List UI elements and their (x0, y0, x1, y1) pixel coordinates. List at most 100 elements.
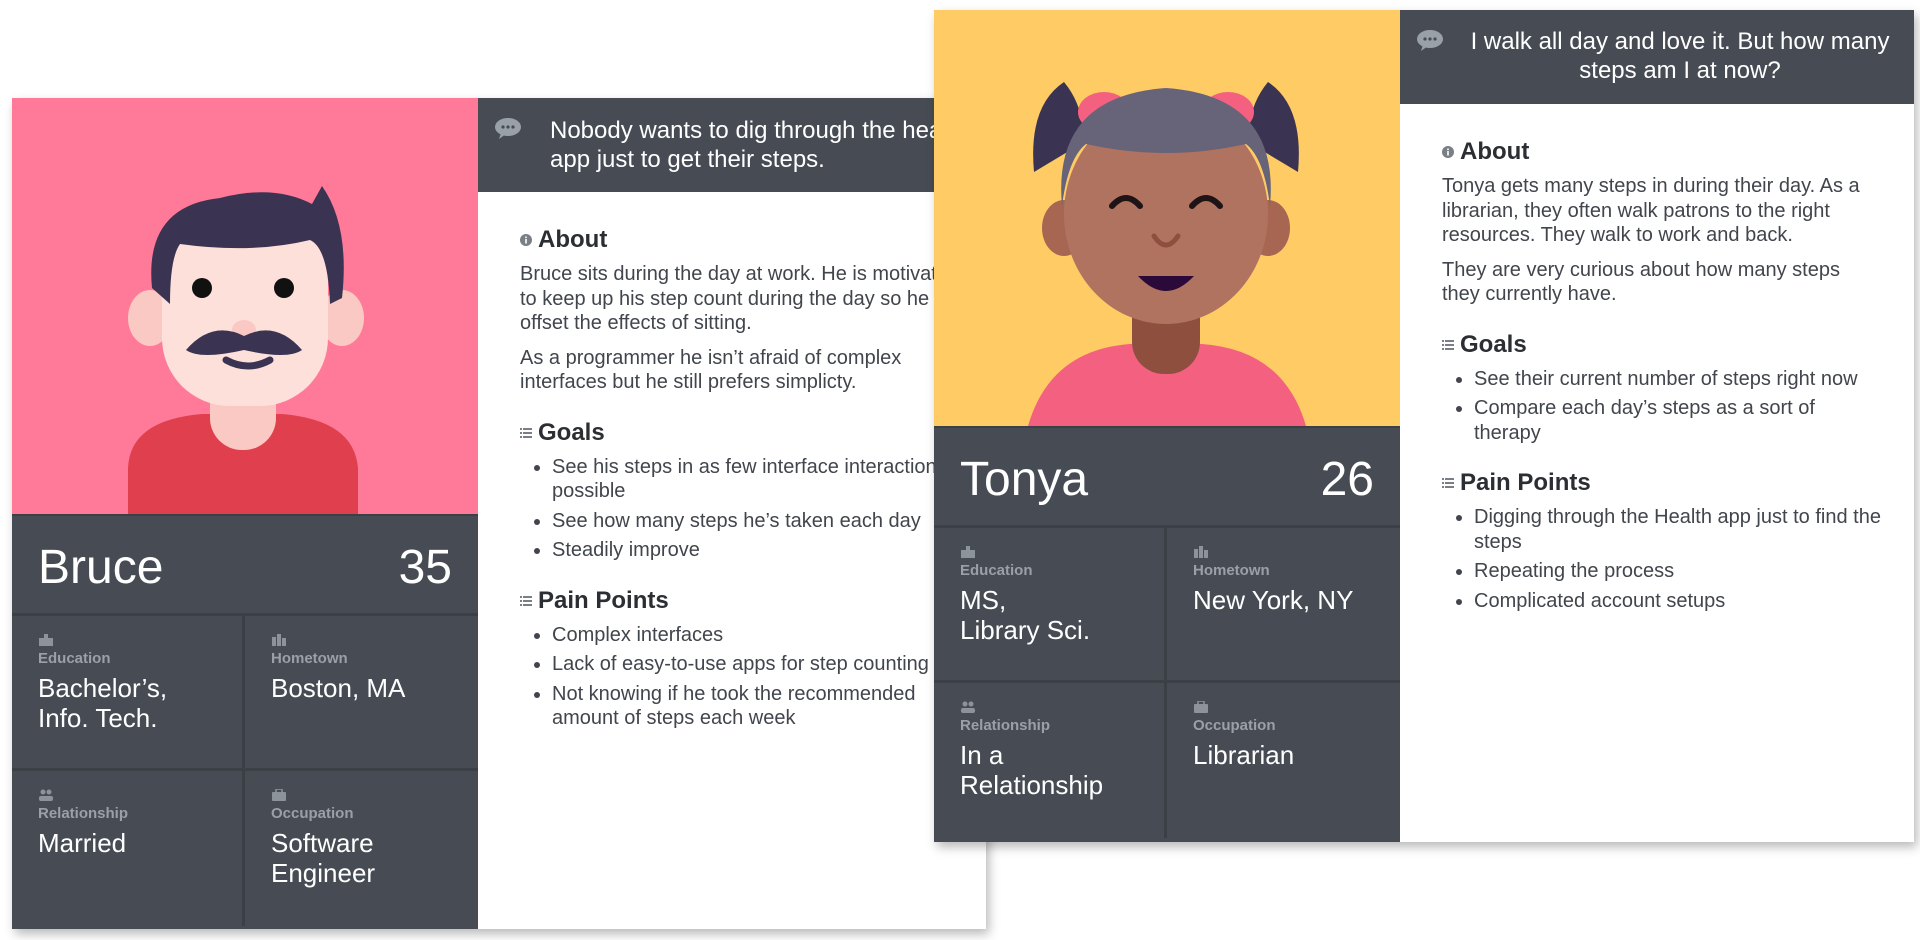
avatar (934, 10, 1400, 426)
list-item: Not knowing if he took the recommended a… (552, 682, 980, 731)
persona-sidebar: Tonya 26 Education MS, Library Sci. Home… (934, 10, 1400, 842)
persona-name-row: Bruce 35 (12, 514, 478, 616)
persona-card-tonya: Tonya 26 Education MS, Library Sci. Home… (934, 10, 1914, 842)
persona-card-bruce: Bruce 35 Education Bachelor’s, Info. Tec… (12, 98, 986, 929)
hometown-value: New York, NY (1193, 585, 1354, 615)
education-cell: Education MS, Library Sci. (934, 528, 1167, 683)
about-paragraph-2: As a programmer he isn’t afraid of compl… (520, 346, 902, 394)
relationship-cell: Relationship Married (12, 771, 245, 926)
avatar-illustration-tonya (934, 10, 1400, 426)
persona-quote: I walk all day and love it. But how many… (1470, 28, 1890, 84)
hometown-cell: Hometown New York, NY (1167, 528, 1400, 683)
about-paragraph-1: Tonya gets many steps in during their da… (1442, 175, 1860, 246)
education-value: MS, Library Sci. (960, 585, 1091, 645)
list-icon (520, 427, 532, 438)
city-icon (272, 634, 286, 646)
hometown-value: Boston, MA (271, 673, 406, 703)
city-icon (1194, 546, 1208, 558)
persona-age: 35 (398, 541, 452, 594)
pain-points-title: Pain Points (1460, 469, 1591, 496)
persona-content: About Tonya gets many steps in during th… (1442, 138, 1882, 637)
occupation-cell: Occupation Software Engineer (245, 771, 478, 926)
relationship-value: In a Relationship (960, 740, 1104, 800)
pain-points-list: Complex interfaces Lack of easy-to-use a… (520, 623, 980, 731)
pain-points-title: Pain Points (538, 586, 669, 614)
education-label: Education (960, 562, 1033, 579)
school-icon (39, 634, 53, 646)
occupation-label: Occupation (1193, 717, 1276, 734)
list-item: Repeating the process (1474, 559, 1882, 584)
goals-title: Goals (1460, 330, 1527, 358)
list-item: Digging through the Health app just to f… (1474, 505, 1882, 554)
list-item: Complicated account setups (1474, 589, 1882, 614)
goals-list: See their current number of steps right … (1442, 367, 1882, 446)
list-item: See their current number of steps right … (1474, 367, 1882, 392)
about-title: About (538, 226, 608, 253)
hometown-label: Hometown (1193, 562, 1270, 579)
info-icon (520, 234, 532, 246)
goals-heading: Goals (520, 419, 980, 447)
about-section: About Bruce sits during the day at work.… (520, 226, 980, 395)
relationship-label: Relationship (960, 717, 1051, 734)
chat-bubble-icon (1417, 30, 1443, 51)
persona-sidebar: Bruce 35 Education Bachelor’s, Info. Tec… (12, 98, 478, 929)
hometown-label: Hometown (271, 650, 348, 667)
pain-points-section: Pain Points Complex interfaces Lack of e… (520, 587, 980, 731)
hometown-cell: Hometown Boston, MA (245, 616, 478, 771)
people-icon (961, 701, 975, 713)
persona-quote: Nobody wants to dig through the health a… (550, 117, 968, 173)
occupation-value: Software Engineer (271, 828, 376, 888)
list-icon (520, 595, 532, 606)
list-item: Steadily improve (552, 538, 980, 563)
persona-name: Tonya (960, 453, 1089, 506)
relationship-label: Relationship (38, 805, 129, 822)
goals-title: Goals (538, 418, 605, 446)
persona-content: About Bruce sits during the day at work.… (520, 226, 980, 755)
briefcase-icon (272, 789, 286, 801)
education-value: Bachelor’s, Info. Tech. (38, 673, 168, 733)
persona-details: Nobody wants to dig through the health a… (478, 98, 986, 929)
list-item: Compare each day’s steps as a sort of th… (1474, 396, 1882, 445)
about-paragraph-1: Bruce sits during the day at work. He is… (520, 263, 967, 334)
about-heading: About (520, 226, 980, 254)
info-icon (1442, 146, 1454, 158)
list-icon (1442, 478, 1454, 488)
avatar (12, 98, 478, 514)
pain-points-heading: Pain Points (520, 587, 980, 615)
pain-points-section: Pain Points Digging through the Health a… (1442, 469, 1882, 613)
relationship-value: Married (38, 828, 127, 858)
chat-bubble-icon (495, 118, 521, 139)
goals-section: Goals See his steps in as few interface … (520, 419, 980, 563)
about-heading: About (1442, 138, 1882, 166)
list-icon (1442, 339, 1454, 350)
persona-details: I walk all day and love it. But how many… (1400, 10, 1914, 842)
education-label: Education (38, 650, 111, 667)
quote-bar: Nobody wants to dig through the health a… (478, 98, 986, 192)
persona-info-grid: Education Bachelor’s, Info. Tech. Hometo… (12, 616, 478, 929)
list-item: Lack of easy-to-use apps for step counti… (552, 652, 980, 677)
goals-section: Goals See their current number of steps … (1442, 331, 1882, 446)
school-icon (961, 546, 975, 558)
briefcase-icon (1194, 701, 1208, 713)
persona-age: 26 (1320, 453, 1374, 506)
relationship-cell: Relationship In a Relationship (934, 683, 1167, 838)
people-icon (39, 789, 53, 801)
pain-points-heading: Pain Points (1442, 469, 1882, 497)
persona-info-grid: Education MS, Library Sci. Hometown New … (934, 528, 1400, 841)
list-item: See his steps in as few interface intera… (552, 455, 980, 504)
goals-heading: Goals (1442, 331, 1882, 359)
persona-name: Bruce (38, 541, 164, 594)
list-item: See how many steps he’s taken each day (552, 509, 980, 534)
occupation-cell: Occupation Librarian (1167, 683, 1400, 838)
quote-bar: I walk all day and love it. But how many… (1400, 10, 1914, 104)
education-cell: Education Bachelor’s, Info. Tech. (12, 616, 245, 771)
goals-list: See his steps in as few interface intera… (520, 455, 980, 563)
pain-points-list: Digging through the Health app just to f… (1442, 505, 1882, 613)
occupation-value: Librarian (1193, 740, 1295, 770)
avatar-illustration-bruce (12, 98, 478, 514)
persona-name-row: Tonya 26 (934, 426, 1400, 528)
about-title: About (1460, 138, 1530, 165)
about-paragraph-2: They are very curious about how many ste… (1442, 258, 1840, 306)
occupation-label: Occupation (271, 805, 354, 822)
about-section: About Tonya gets many steps in during th… (1442, 138, 1882, 307)
